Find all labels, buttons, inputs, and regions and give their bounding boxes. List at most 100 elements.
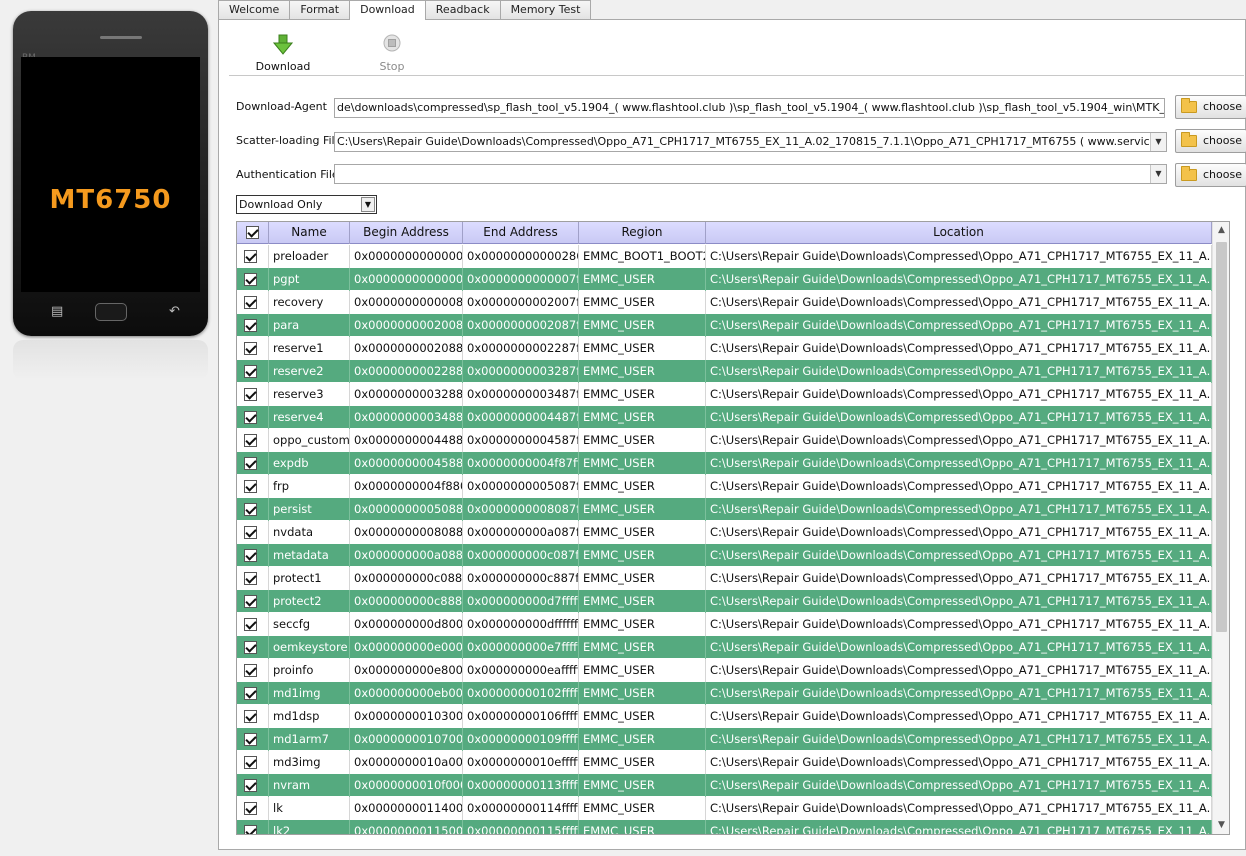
- cell-name: para: [269, 314, 350, 337]
- row-checkbox[interactable]: [244, 273, 257, 286]
- scrollbar-thumb[interactable]: [1216, 242, 1227, 632]
- cell-name: seccfg: [269, 613, 350, 636]
- row-checkbox[interactable]: [244, 618, 257, 631]
- row-checkbox[interactable]: [244, 779, 257, 792]
- table-row[interactable]: md1img0x000000000eb000000x00000000102fff…: [237, 682, 1213, 705]
- table-body: preloader0x00000000000000000x00000000000…: [237, 245, 1213, 834]
- authentication-file-field[interactable]: ▼: [334, 164, 1167, 184]
- cell-end-address: 0x0000000002087fff: [463, 314, 579, 337]
- table-row[interactable]: metadata0x000000000a0880000x000000000c08…: [237, 544, 1213, 567]
- stop-button[interactable]: Stop: [362, 34, 422, 73]
- table-row[interactable]: reserve30x00000000032880000x000000000348…: [237, 383, 1213, 406]
- tab-memory-test[interactable]: Memory Test: [499, 0, 592, 19]
- table-row[interactable]: persist0x00000000050880000x0000000008087…: [237, 498, 1213, 521]
- header-end-address[interactable]: End Address: [463, 222, 579, 244]
- row-checkbox[interactable]: [244, 733, 257, 746]
- tab-download[interactable]: Download: [349, 0, 426, 20]
- tab-format[interactable]: Format: [289, 0, 351, 19]
- row-checkbox[interactable]: [244, 572, 257, 585]
- table-row[interactable]: nvram0x0000000010f000000x00000000113ffff…: [237, 774, 1213, 797]
- table-row[interactable]: md1arm70x00000000107000000x00000000109ff…: [237, 728, 1213, 751]
- table-row[interactable]: md1dsp0x00000000103000000x00000000106fff…: [237, 705, 1213, 728]
- table-row[interactable]: reserve40x00000000034880000x000000000448…: [237, 406, 1213, 429]
- download-mode-select[interactable]: Download Only ▼: [236, 195, 377, 214]
- table-row[interactable]: proinfo0x000000000e8000000x000000000eaff…: [237, 659, 1213, 682]
- row-checkbox[interactable]: [244, 664, 257, 677]
- chip-label: MT6750: [49, 185, 172, 215]
- row-checkbox[interactable]: [244, 641, 257, 654]
- table-row[interactable]: reserve10x00000000020880000x000000000228…: [237, 337, 1213, 360]
- row-checkbox[interactable]: [244, 250, 257, 263]
- chevron-down-icon[interactable]: ▼: [361, 197, 375, 212]
- scatter-loading-field[interactable]: C:\Users\Repair Guide\Downloads\Compress…: [334, 132, 1167, 152]
- row-checkbox[interactable]: [244, 526, 257, 539]
- table-row[interactable]: frp0x0000000004f880000x0000000005087fffE…: [237, 475, 1213, 498]
- table-row[interactable]: oppo_custom0x00000000044880000x000000000…: [237, 429, 1213, 452]
- table-row[interactable]: preloader0x00000000000000000x00000000000…: [237, 245, 1213, 268]
- row-checkbox[interactable]: [244, 319, 257, 332]
- table-row[interactable]: seccfg0x000000000d8000000x000000000dffff…: [237, 613, 1213, 636]
- table-row[interactable]: protect20x000000000c8880000x000000000d7f…: [237, 590, 1213, 613]
- row-checkbox[interactable]: [244, 388, 257, 401]
- authentication-choose-button[interactable]: choose: [1175, 163, 1246, 187]
- row-checkbox[interactable]: [244, 480, 257, 493]
- cell-location: C:\Users\Repair Guide\Downloads\Compress…: [706, 590, 1212, 613]
- scroll-up-icon[interactable]: ▲: [1213, 222, 1229, 239]
- row-checkbox[interactable]: [244, 503, 257, 516]
- cell-name: lk: [269, 797, 350, 820]
- scroll-down-icon[interactable]: ▼: [1213, 817, 1229, 834]
- select-all-checkbox[interactable]: [246, 226, 259, 239]
- chevron-down-icon[interactable]: ▼: [1150, 165, 1166, 183]
- row-checkbox[interactable]: [244, 549, 257, 562]
- scatter-loading-value: C:\Users\Repair Guide\Downloads\Compress…: [337, 135, 1167, 148]
- row-checkbox-cell: [237, 360, 269, 383]
- row-checkbox[interactable]: [244, 825, 257, 834]
- cell-end-address: 0x0000000003287fff: [463, 360, 579, 383]
- cell-name: oemkeystore: [269, 636, 350, 659]
- row-checkbox[interactable]: [244, 756, 257, 769]
- download-panel: Download Stop Download-Agent de\download…: [218, 19, 1246, 850]
- cell-location: C:\Users\Repair Guide\Downloads\Compress…: [706, 797, 1212, 820]
- row-checkbox[interactable]: [244, 365, 257, 378]
- cell-name: nvdata: [269, 521, 350, 544]
- table-row[interactable]: oemkeystore0x000000000e0000000x000000000…: [237, 636, 1213, 659]
- vertical-scrollbar[interactable]: ▲ ▼: [1212, 222, 1229, 834]
- table-row[interactable]: recovery0x00000000000080000x000000000200…: [237, 291, 1213, 314]
- row-checkbox-cell: [237, 659, 269, 682]
- header-begin-address[interactable]: Begin Address: [350, 222, 463, 244]
- scatter-choose-button[interactable]: choose: [1175, 129, 1246, 153]
- cell-name: reserve4: [269, 406, 350, 429]
- tab-readback[interactable]: Readback: [424, 0, 501, 19]
- row-checkbox[interactable]: [244, 296, 257, 309]
- download-button[interactable]: Download: [253, 34, 313, 73]
- chevron-down-icon[interactable]: ▼: [1150, 133, 1166, 151]
- table-row[interactable]: para0x00000000020080000x0000000002087fff…: [237, 314, 1213, 337]
- table-row[interactable]: expdb0x00000000045880000x0000000004f87ff…: [237, 452, 1213, 475]
- header-region[interactable]: Region: [579, 222, 706, 244]
- table-row[interactable]: md3img0x0000000010a000000x0000000010efff…: [237, 751, 1213, 774]
- download-agent-choose-button[interactable]: choose: [1175, 95, 1246, 119]
- cell-location: C:\Users\Repair Guide\Downloads\Compress…: [706, 820, 1212, 834]
- row-checkbox[interactable]: [244, 595, 257, 608]
- table-row[interactable]: reserve20x00000000022880000x000000000328…: [237, 360, 1213, 383]
- tab-welcome[interactable]: Welcome: [218, 0, 291, 19]
- row-checkbox[interactable]: [244, 687, 257, 700]
- cell-end-address: 0x0000000008087fff: [463, 498, 579, 521]
- row-checkbox[interactable]: [244, 457, 257, 470]
- row-checkbox[interactable]: [244, 710, 257, 723]
- row-checkbox-cell: [237, 406, 269, 429]
- row-checkbox-cell: [237, 475, 269, 498]
- row-checkbox[interactable]: [244, 411, 257, 424]
- row-checkbox[interactable]: [244, 434, 257, 447]
- row-checkbox[interactable]: [244, 802, 257, 815]
- header-location[interactable]: Location: [706, 222, 1212, 244]
- download-agent-field[interactable]: de\downloads\compressed\sp_flash_tool_v5…: [334, 98, 1165, 118]
- cell-begin-address: 0x0000000000000000: [350, 268, 463, 291]
- table-row[interactable]: pgpt0x00000000000000000x0000000000007fff…: [237, 268, 1213, 291]
- table-row[interactable]: lk20x00000000115000000x00000000115fffffE…: [237, 820, 1213, 834]
- table-row[interactable]: lk0x00000000114000000x00000000114fffffEM…: [237, 797, 1213, 820]
- header-name[interactable]: Name: [269, 222, 350, 244]
- table-row[interactable]: nvdata0x00000000080880000x000000000a087f…: [237, 521, 1213, 544]
- table-row[interactable]: protect10x000000000c0880000x000000000c88…: [237, 567, 1213, 590]
- row-checkbox[interactable]: [244, 342, 257, 355]
